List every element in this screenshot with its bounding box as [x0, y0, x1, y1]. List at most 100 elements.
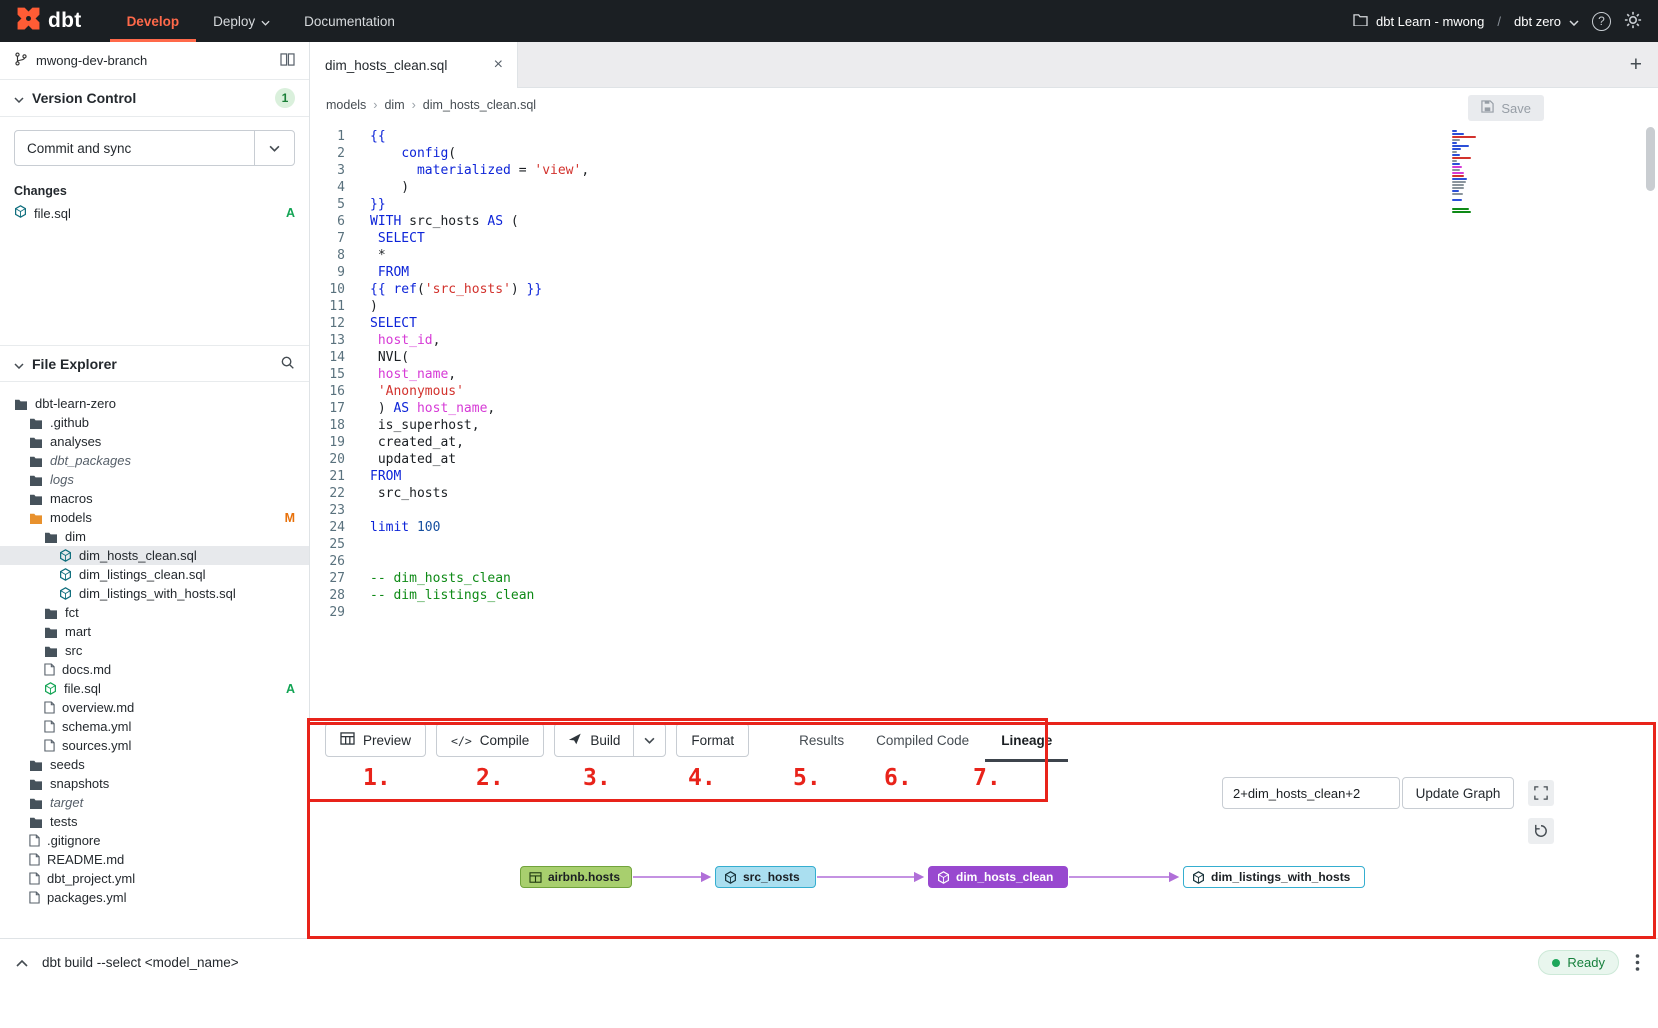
code-line[interactable]: 24limit 100 — [311, 519, 1658, 536]
tree-item-dim_listings_clean.sql[interactable]: dim_listings_clean.sql — [0, 565, 309, 584]
nav-item-documentation[interactable]: Documentation — [287, 0, 412, 42]
tree-item-docs.md[interactable]: docs.md — [0, 660, 309, 679]
line-number: 10 — [311, 281, 345, 298]
tree-item-models[interactable]: modelsM — [0, 508, 309, 527]
code-line[interactable]: 18 is_superhost, — [311, 417, 1658, 434]
tree-item-target[interactable]: target — [0, 793, 309, 812]
editor-scrollbar[interactable] — [1646, 127, 1655, 191]
tree-item-dim[interactable]: dim — [0, 527, 309, 546]
gear-icon[interactable] — [1624, 11, 1642, 32]
code-line[interactable]: 7 SELECT — [311, 230, 1658, 247]
tab-lineage[interactable]: Lineage — [985, 718, 1068, 762]
tree-item-dbt_project.yml[interactable]: dbt_project.yml — [0, 869, 309, 888]
code-line[interactable]: 15 host_name, — [311, 366, 1658, 383]
code-line[interactable]: 20 updated_at — [311, 451, 1658, 468]
tree-item-.github[interactable]: .github — [0, 413, 309, 432]
lineage-selector-input[interactable]: 2+dim_hosts_clean+2 — [1222, 777, 1400, 809]
folder-icon — [29, 512, 43, 524]
help-icon[interactable]: ? — [1592, 12, 1611, 31]
close-icon[interactable]: × — [494, 56, 503, 74]
tree-item-tests[interactable]: tests — [0, 812, 309, 831]
breadcrumb-item[interactable]: models — [326, 98, 366, 112]
code-line[interactable]: 11) — [311, 298, 1658, 315]
tree-item-macros[interactable]: macros — [0, 489, 309, 508]
tree-item-dbt-learn-zero[interactable]: dbt-learn-zero — [0, 394, 309, 413]
preview-button[interactable]: Preview — [325, 723, 426, 757]
new-tab-button[interactable]: + — [1620, 42, 1652, 88]
lineage-node-airbnb.hosts[interactable]: airbnb.hosts — [520, 866, 632, 888]
code-line[interactable]: 13 host_id, — [311, 332, 1658, 349]
tree-item-fct[interactable]: fct — [0, 603, 309, 622]
tree-item-dbt_packages[interactable]: dbt_packages — [0, 451, 309, 470]
code-line[interactable]: 16 'Anonymous' — [311, 383, 1658, 400]
update-graph-button[interactable]: Update Graph — [1402, 777, 1514, 809]
tab-compiled-code[interactable]: Compiled Code — [860, 718, 985, 762]
fullscreen-icon[interactable] — [1528, 780, 1554, 806]
code-line[interactable]: 10{{ ref('src_hosts') }} — [311, 281, 1658, 298]
lineage-node-src_hosts[interactable]: src_hosts — [715, 866, 816, 888]
commit-options-caret[interactable] — [254, 131, 294, 165]
breadcrumb-item[interactable]: dim_hosts_clean.sql — [423, 98, 536, 112]
tree-item-label: file.sql — [64, 681, 101, 696]
code-line[interactable]: 23 — [311, 502, 1658, 519]
tree-item-file.sql[interactable]: file.sqlA — [0, 679, 309, 698]
code-line[interactable]: 21FROM — [311, 468, 1658, 485]
editor-tab[interactable]: dim_hosts_clean.sql × — [311, 42, 518, 88]
nav-item-develop[interactable]: Develop — [110, 0, 197, 42]
code-line[interactable]: 26 — [311, 553, 1658, 570]
project-switcher[interactable]: dbt zero — [1514, 14, 1579, 29]
code-line[interactable]: 25 — [311, 536, 1658, 553]
reset-view-icon[interactable] — [1528, 818, 1554, 844]
tree-item-packages.yml[interactable]: packages.yml — [0, 888, 309, 907]
tree-item-seeds[interactable]: seeds — [0, 755, 309, 774]
command-input[interactable]: dbt build --select <model_name> — [42, 955, 239, 970]
branch-row[interactable]: mwong-dev-branch — [0, 42, 309, 80]
line-number: 27 — [311, 570, 345, 587]
build-button[interactable]: Build — [555, 724, 633, 756]
tree-item-logs[interactable]: logs — [0, 470, 309, 489]
save-button[interactable]: Save — [1468, 95, 1544, 121]
code-line[interactable]: 22 src_hosts — [311, 485, 1658, 502]
account-switcher[interactable]: dbt Learn - mwong — [1353, 13, 1484, 29]
file-explorer-header[interactable]: File Explorer — [0, 345, 309, 382]
version-control-header[interactable]: Version Control 1 — [0, 80, 309, 117]
tree-item-.gitignore[interactable]: .gitignore — [0, 831, 309, 850]
code-line[interactable]: 17 ) AS host_name, — [311, 400, 1658, 417]
tree-item-overview.md[interactable]: overview.md — [0, 698, 309, 717]
kebab-menu-icon[interactable] — [1633, 953, 1642, 972]
code-line[interactable]: 29 — [311, 604, 1658, 621]
tree-item-src[interactable]: src — [0, 641, 309, 660]
code-line[interactable]: 28-- dim_listings_clean — [311, 587, 1658, 604]
nav-item-deploy[interactable]: Deploy — [196, 0, 287, 42]
tree-item-README.md[interactable]: README.md — [0, 850, 309, 869]
code-line[interactable]: 27-- dim_hosts_clean — [311, 570, 1658, 587]
tree-item-label: src — [65, 643, 82, 658]
code-line[interactable]: 12SELECT — [311, 315, 1658, 332]
tree-item-snapshots[interactable]: snapshots — [0, 774, 309, 793]
tree-item-dim_listings_with_hosts.sql[interactable]: dim_listings_with_hosts.sql — [0, 584, 309, 603]
commit-and-sync-button[interactable]: Commit and sync — [14, 130, 295, 166]
breadcrumb-item[interactable]: dim — [384, 98, 404, 112]
changed-file-row[interactable]: file.sql A — [0, 203, 309, 223]
tree-item-mart[interactable]: mart — [0, 622, 309, 641]
chevron-up-icon[interactable] — [16, 954, 28, 972]
format-button[interactable]: Format — [676, 723, 749, 757]
split-view-icon[interactable] — [280, 53, 295, 69]
tab-results[interactable]: Results — [783, 718, 860, 762]
code-line[interactable]: 9 FROM — [311, 264, 1658, 281]
code-line[interactable]: 19 created_at, — [311, 434, 1658, 451]
tree-item-sources.yml[interactable]: sources.yml — [0, 736, 309, 755]
build-options-caret[interactable] — [633, 724, 665, 756]
tree-item-analyses[interactable]: analyses — [0, 432, 309, 451]
tree-item-schema.yml[interactable]: schema.yml — [0, 717, 309, 736]
code-line[interactable]: 14 NVL( — [311, 349, 1658, 366]
dbt-logo[interactable]: dbt — [0, 0, 110, 42]
search-icon[interactable] — [280, 355, 295, 373]
tree-item-label: dbt_project.yml — [47, 871, 135, 886]
tree-item-dim_hosts_clean.sql[interactable]: dim_hosts_clean.sql — [0, 546, 309, 565]
code-line[interactable]: 8 * — [311, 247, 1658, 264]
compile-button[interactable]: </>Compile — [436, 723, 544, 757]
annotation-number-6: 6. — [884, 765, 912, 791]
lineage-node-dim_listings_with_hosts[interactable]: dim_listings_with_hosts — [1183, 866, 1365, 888]
lineage-node-dim_hosts_clean[interactable]: dim_hosts_clean — [928, 866, 1068, 888]
